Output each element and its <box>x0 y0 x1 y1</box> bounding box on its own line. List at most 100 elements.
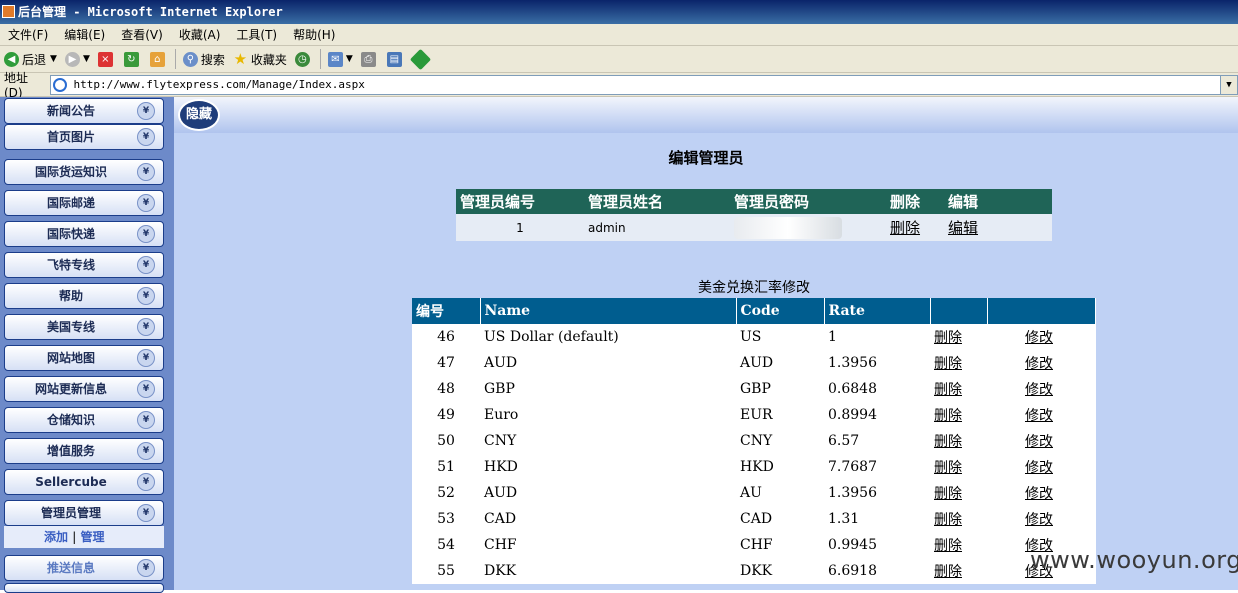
sidebar-item-help[interactable]: 帮助 ¥ <box>4 283 164 309</box>
search-button[interactable]: ⚲ 搜索 <box>179 47 229 71</box>
menu-tools[interactable]: 工具(T) <box>228 24 285 46</box>
sidebar-item-site-updates[interactable]: 网站更新信息 ¥ <box>4 376 164 402</box>
sidebar-item-news[interactable]: 新闻公告 ¥ <box>4 98 164 124</box>
toolbar-separator <box>174 49 176 69</box>
table-row: 55 DKK DKK 6.6918 删除 修改 <box>412 558 1096 584</box>
chevron-down-icon[interactable]: ¥ <box>137 256 155 274</box>
chevron-down-icon[interactable]: ¥ <box>137 287 155 305</box>
addon-icon <box>409 48 431 70</box>
chevron-down-icon[interactable]: ¥ <box>137 194 155 212</box>
rate-delete-link[interactable]: 删除 <box>930 480 987 506</box>
sidebar-item-partial[interactable] <box>4 583 164 593</box>
rate-name: GBP <box>484 381 515 397</box>
chevron-down-icon[interactable]: ¥ <box>137 163 155 181</box>
menu-help[interactable]: 帮助(H) <box>285 24 343 46</box>
rate-delete-link[interactable]: 删除 <box>930 350 987 376</box>
edit-link[interactable]: 编辑 <box>944 214 1052 241</box>
sidebar-item-flyt-line[interactable]: 飞特专线 ¥ <box>4 252 164 278</box>
sidebar-item-intl-post[interactable]: 国际邮递 ¥ <box>4 190 164 216</box>
rate-edit-link[interactable]: 修改 <box>987 376 1096 402</box>
window-title: 后台管理 - Microsoft Internet Explorer <box>18 5 283 19</box>
sidebar-item-us-line[interactable]: 美国专线 ¥ <box>4 314 164 340</box>
addon-button[interactable] <box>409 47 435 71</box>
rate-delete-link[interactable]: 删除 <box>930 402 987 428</box>
favorites-button[interactable]: ★ 收藏夹 <box>229 47 291 71</box>
rate-id: 54 <box>437 537 455 553</box>
ie-app-icon <box>2 5 15 18</box>
rate-id: 55 <box>437 563 455 579</box>
rate-delete-link[interactable]: 删除 <box>930 324 987 350</box>
mail-dropdown-icon[interactable]: ▼ <box>346 54 353 64</box>
chevron-down-icon[interactable]: ¥ <box>137 102 155 120</box>
chevron-down-icon[interactable]: ¥ <box>137 380 155 398</box>
chevron-down-icon[interactable]: ¥ <box>137 349 155 367</box>
sidebar-item-push-info[interactable]: 推送信息 ¥ <box>4 555 164 581</box>
rate-edit-link[interactable]: 修改 <box>987 428 1096 454</box>
chevron-down-icon[interactable]: ¥ <box>137 411 155 429</box>
history-button[interactable]: ◷ <box>291 47 317 71</box>
sidebar-item-freight-knowledge[interactable]: 国际货运知识 ¥ <box>4 159 164 185</box>
submenu-add-link[interactable]: 添加 <box>44 530 68 544</box>
rate-edit-link[interactable]: 修改 <box>987 480 1096 506</box>
sidebar-item-sitemap[interactable]: 网站地图 ¥ <box>4 345 164 371</box>
chevron-down-icon[interactable]: ¥ <box>137 473 155 491</box>
rate-delete-link[interactable]: 删除 <box>930 532 987 558</box>
rate-edit-link[interactable]: 修改 <box>987 454 1096 480</box>
back-button[interactable]: ◀ 后退 ▼ <box>0 47 61 71</box>
menu-favorites[interactable]: 收藏(A) <box>171 24 229 46</box>
delete-link[interactable]: 删除 <box>886 214 944 241</box>
sidebar-item-warehouse[interactable]: 仓储知识 ¥ <box>4 407 164 433</box>
menu-view[interactable]: 查看(V) <box>113 24 171 46</box>
sidebar-item-intl-express[interactable]: 国际快递 ¥ <box>4 221 164 247</box>
rate-delete-link[interactable]: 删除 <box>930 454 987 480</box>
rate-edit-link[interactable]: 修改 <box>987 506 1096 532</box>
sidebar-item-sellercube[interactable]: Sellercube ¥ <box>4 469 164 495</box>
rate-value: 0.6848 <box>828 381 877 397</box>
page-title: 编辑管理员 <box>668 149 744 167</box>
col-admin-password: 管理员密码 <box>730 189 886 214</box>
rate-delete-link[interactable]: 删除 <box>930 428 987 454</box>
rate-delete-link[interactable]: 删除 <box>930 506 987 532</box>
chevron-down-icon[interactable]: ¥ <box>137 225 155 243</box>
rate-delete-link[interactable]: 删除 <box>930 376 987 402</box>
chevron-down-icon[interactable]: ¥ <box>137 442 155 460</box>
sidebar-item-home-images[interactable]: 首页图片 ¥ <box>4 124 164 150</box>
print-button[interactable]: ⎙ <box>357 47 383 71</box>
rate-table-body: 46 US Dollar (default) US 1 删除 修改 47 AUD AUD 1.39… <box>412 324 1096 584</box>
edit-page-button[interactable]: ▤ <box>383 47 409 71</box>
col-admin-name: 管理员姓名 <box>584 189 730 214</box>
menu-file[interactable]: 文件(F) <box>0 24 56 46</box>
rate-delete-link[interactable]: 删除 <box>930 558 987 584</box>
rate-table: 编号 Name Code Rate 46 US Dollar (default) U… <box>412 298 1096 584</box>
chevron-down-icon[interactable]: ¥ <box>137 318 155 336</box>
chevron-down-icon[interactable]: ¥ <box>137 504 155 522</box>
rate-edit-link[interactable]: 修改 <box>987 324 1096 350</box>
hide-sidebar-button[interactable]: 隐藏 <box>178 99 220 131</box>
admin-password <box>730 214 886 241</box>
refresh-button[interactable]: ↻ <box>120 47 146 71</box>
rate-name: AUD <box>484 355 518 371</box>
rate-table-header: 编号 Name Code Rate <box>412 298 1096 324</box>
address-dropdown-icon[interactable]: ▼ <box>1220 75 1237 94</box>
rate-edit-link[interactable]: 修改 <box>987 350 1096 376</box>
chevron-down-icon[interactable]: ¥ <box>137 559 155 577</box>
rate-value: 1 <box>828 329 837 345</box>
home-button[interactable]: ⌂ <box>146 47 172 71</box>
submenu-manage-link[interactable]: 管理 <box>80 530 104 544</box>
menu-edit[interactable]: 编辑(E) <box>56 24 113 46</box>
stop-button[interactable]: × <box>94 47 120 71</box>
sidebar: 新闻公告 ¥ 首页图片 ¥ 国际货运知识 ¥ 国际邮递 ¥ 国际快递 ¥ 飞特专线 ¥ 帮助… <box>0 97 174 593</box>
sidebar-item-value-added[interactable]: 增值服务 ¥ <box>4 438 164 464</box>
chevron-down-icon[interactable]: ¥ <box>137 128 155 146</box>
address-input[interactable]: http://www.flytexpress.com/Manage/Index.… <box>50 74 1238 95</box>
table-row: 48 GBP GBP 0.6848 删除 修改 <box>412 376 1096 402</box>
mail-button[interactable]: ✉ ▼ <box>324 47 357 71</box>
forward-dropdown-icon[interactable]: ▼ <box>83 54 90 64</box>
back-dropdown-icon[interactable]: ▼ <box>50 54 57 64</box>
main-header: 隐藏 <box>174 97 1238 133</box>
col-rate-name: Name <box>480 298 737 324</box>
rate-edit-link[interactable]: 修改 <box>987 402 1096 428</box>
sidebar-item-admin-manage[interactable]: 管理员管理 ¥ <box>4 500 164 526</box>
address-url[interactable]: http://www.flytexpress.com/Manage/Index.… <box>73 78 364 91</box>
forward-button[interactable]: ▶ ▼ <box>61 47 94 71</box>
